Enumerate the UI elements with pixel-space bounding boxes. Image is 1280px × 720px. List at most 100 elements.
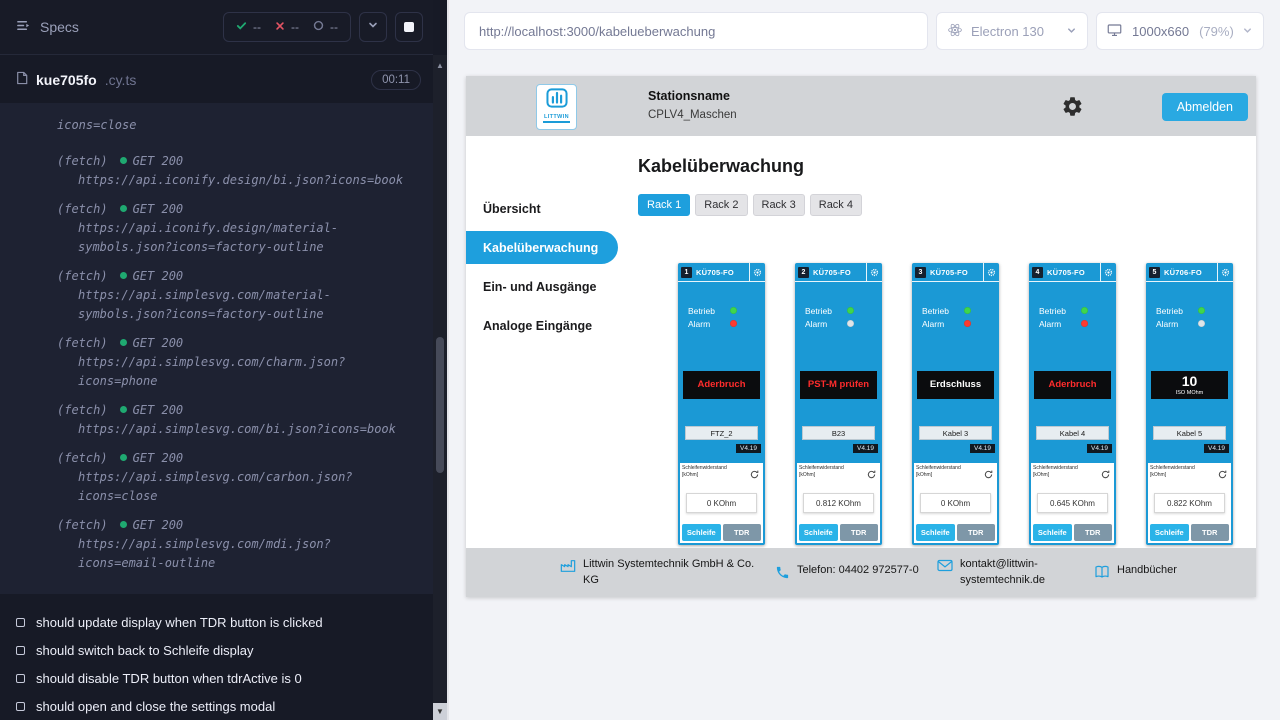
alarm-label: Alarm [1156, 319, 1192, 329]
betrieb-led [730, 307, 737, 314]
device-settings-icon[interactable] [749, 263, 765, 281]
fetch-url: icons=close [57, 116, 406, 135]
station-value: CPLV4_Maschen [648, 109, 737, 121]
status-ok-dot [120, 521, 127, 528]
tdr-button[interactable]: TDR [723, 524, 762, 541]
log-entry[interactable]: (fetch)GET 200 https://api.simplesvg.com… [0, 448, 433, 506]
schleife-button[interactable]: Schleife [916, 524, 955, 541]
alarm-led [1198, 320, 1205, 327]
fetch-url: https://api.simplesvg.com/material-symbo… [78, 286, 415, 324]
viewport-select[interactable]: 1000x660 (79%) [1096, 12, 1264, 50]
test-title: should update display when TDR button is… [36, 615, 323, 630]
measurement-label: Schleifenwiderstand [kOhm] [799, 465, 861, 478]
footer-email[interactable]: kontakt@littwin-systemtechnik.de [937, 557, 1080, 588]
device-card: 5KÜ706-FO Betrieb Alarm 10ISO MOhm Kabel… [1146, 263, 1233, 545]
test-row[interactable]: should disable TDR button when tdrActive… [0, 664, 449, 692]
footer-phone[interactable]: Telefon: 04402 972577-0 [775, 563, 923, 583]
sidebar-item-analoge-eingaenge[interactable]: Analoge Eingänge [466, 309, 621, 342]
alarm-label: Alarm [805, 319, 841, 329]
led-panel: Betrieb Alarm [1029, 304, 1116, 330]
refresh-icon[interactable] [867, 466, 876, 484]
tdr-button[interactable]: TDR [957, 524, 996, 541]
led-panel: Betrieb Alarm [1146, 304, 1233, 330]
schleife-button[interactable]: Schleife [682, 524, 721, 541]
measurement-value: 0.822 KOhm [1154, 493, 1225, 513]
schleife-button[interactable]: Schleife [1033, 524, 1072, 541]
device-card-header: 1KÜ705-FO [678, 263, 765, 282]
device-model-label: KÜ706-FO [1164, 268, 1202, 277]
device-settings-icon[interactable] [866, 263, 882, 281]
log-entry[interactable]: (fetch)GET 200 https://api.simplesvg.com… [0, 400, 433, 439]
settings-gear-icon[interactable] [1061, 95, 1084, 123]
fetch-label: (fetch) [57, 154, 108, 168]
slot-number-badge: 4 [1032, 267, 1043, 278]
specs-label: Specs [40, 19, 79, 35]
footer-manuals[interactable]: Handbücher [1094, 563, 1177, 582]
log-entry[interactable]: (fetch)GET 200 https://api.iconify.desig… [0, 199, 433, 257]
sidebar-item-uebersicht[interactable]: Übersicht [466, 192, 621, 225]
device-card-header: 4KÜ705-FO [1029, 263, 1116, 282]
log-entry[interactable]: icons=close [0, 116, 433, 135]
specs-toggle-button[interactable]: Specs [16, 18, 79, 36]
tab-rack-4[interactable]: Rack 4 [810, 194, 862, 216]
logout-button[interactable]: Abmelden [1162, 93, 1248, 121]
stop-icon [404, 22, 414, 32]
scroll-up-arrow[interactable]: ▲ [433, 61, 447, 70]
tab-rack-2[interactable]: Rack 2 [695, 194, 747, 216]
spec-file-bar: kue705fo .cy.ts 00:11 [0, 57, 433, 103]
refresh-icon[interactable] [984, 466, 993, 484]
betrieb-led [1198, 307, 1205, 314]
runner-scrollbar[interactable]: ▲ ▼ [433, 55, 447, 720]
tdr-button[interactable]: TDR [1074, 524, 1113, 541]
fetch-status: GET 200 [120, 202, 184, 216]
cable-name-field: Kabel 4 [1036, 426, 1109, 440]
test-row[interactable]: should update display when TDR button is… [0, 608, 449, 636]
status-ok-dot [120, 339, 127, 346]
test-row[interactable]: should switch back to Schleife display [0, 636, 449, 664]
firmware-version-badge: V4.19 [736, 444, 761, 453]
browser-select[interactable]: Electron 130 [936, 12, 1088, 50]
sidebar-item-ein-und-ausgaenge[interactable]: Ein- und Ausgänge [466, 270, 621, 303]
measurement-panel: Schleifenwiderstand [kOhm] 0.822 KOhm Sc… [1148, 463, 1231, 543]
fetch-status: GET 200 [120, 518, 184, 532]
device-card: 1KÜ705-FO Betrieb Alarm Aderbruch FTZ_2 … [678, 263, 765, 545]
chevron-down-icon [367, 18, 379, 36]
log-entry[interactable]: (fetch)GET 200 https://api.simplesvg.com… [0, 333, 433, 391]
led-panel: Betrieb Alarm [795, 304, 882, 330]
alarm-led [964, 320, 971, 327]
measurement-panel: Schleifenwiderstand [kOhm] 0.645 KOhm Sc… [1031, 463, 1114, 543]
log-entry[interactable]: (fetch)GET 200 https://api.simplesvg.com… [0, 515, 433, 573]
tab-rack-1[interactable]: Rack 1 [638, 194, 690, 216]
sidebar-item-kabelueberwachung[interactable]: Kabelüberwachung [466, 231, 618, 264]
schleife-button[interactable]: Schleife [799, 524, 838, 541]
phone-icon [775, 565, 790, 583]
stop-run-button[interactable] [395, 12, 423, 42]
log-entry[interactable]: (fetch)GET 200 https://api.simplesvg.com… [0, 266, 433, 324]
test-row[interactable]: should open and close the settings modal [0, 692, 449, 720]
tab-rack-3[interactable]: Rack 3 [753, 194, 805, 216]
device-card-header: 2KÜ705-FO [795, 263, 882, 282]
fetch-url: https://api.simplesvg.com/bi.json?icons=… [78, 420, 415, 439]
device-settings-icon[interactable] [1217, 263, 1233, 281]
specs-list-icon [16, 18, 31, 36]
device-model-label: KÜ705-FO [813, 268, 851, 277]
url-input[interactable]: http://localhost:3000/kabelueberwachung [464, 12, 928, 50]
scrollbar-thumb[interactable] [436, 337, 444, 473]
device-settings-icon[interactable] [983, 263, 999, 281]
test-status-icon [16, 702, 25, 711]
refresh-icon[interactable] [750, 466, 759, 484]
firmware-version-badge: V4.19 [970, 444, 995, 453]
refresh-icon[interactable] [1101, 466, 1110, 484]
refresh-icon[interactable] [1218, 466, 1227, 484]
scroll-down-arrow[interactable]: ▼ [433, 703, 447, 720]
cable-name-field: B23 [802, 426, 875, 440]
status-ok-dot [120, 406, 127, 413]
spec-name[interactable]: kue705fo [36, 72, 97, 88]
tdr-button[interactable]: TDR [840, 524, 879, 541]
log-entry[interactable]: (fetch)GET 200 https://api.iconify.desig… [0, 151, 433, 190]
schleife-button[interactable]: Schleife [1150, 524, 1189, 541]
device-settings-icon[interactable] [1100, 263, 1116, 281]
tdr-button[interactable]: TDR [1191, 524, 1230, 541]
collapse-runs-button[interactable] [359, 12, 387, 42]
alarm-label: Alarm [1039, 319, 1075, 329]
